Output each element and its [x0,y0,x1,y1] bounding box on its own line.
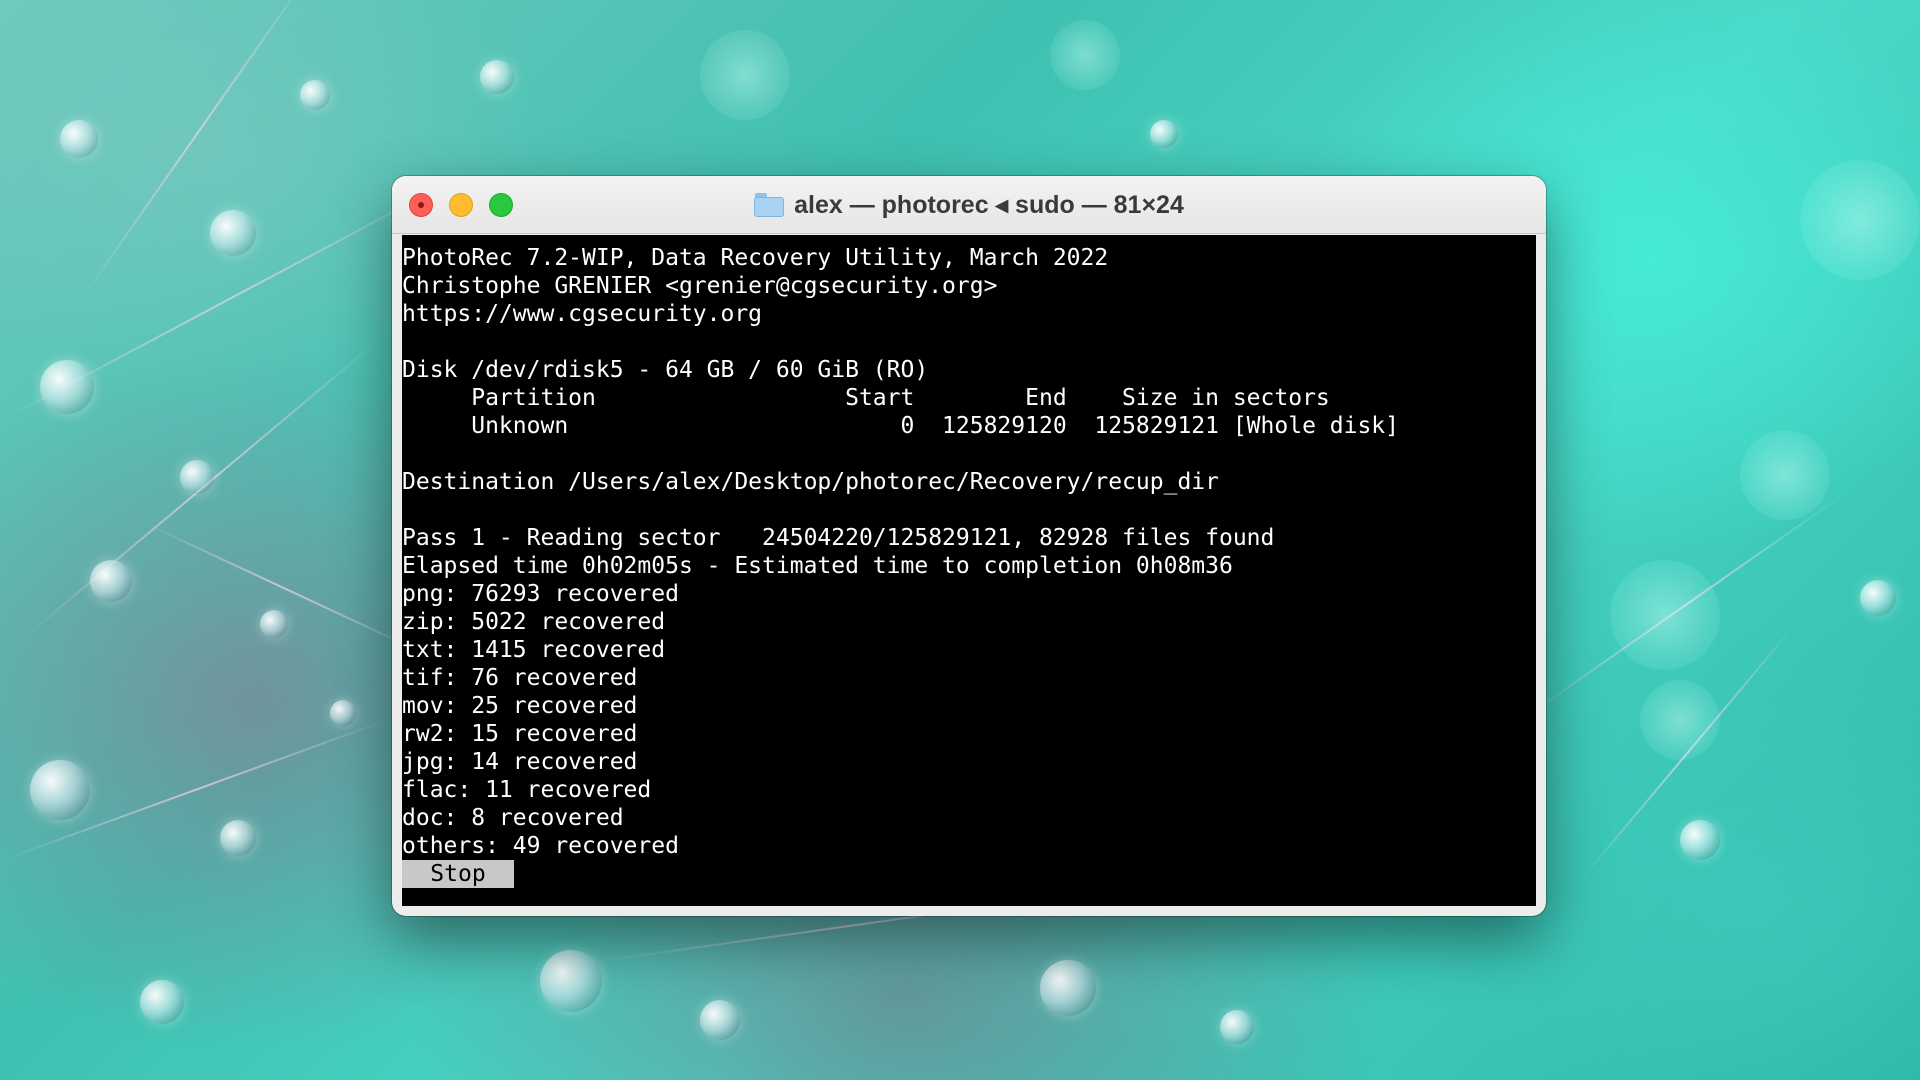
author-line: Christophe GRENIER <grenier@cgsecurity.o… [402,273,998,299]
terminal-window: alex — photorec ◂ sudo — 81×24 PhotoRec … [392,176,1546,916]
elapsed-time-line: Elapsed time 0h02m05s - Estimated time t… [402,553,1233,579]
window-title-group: alex — photorec ◂ sudo — 81×24 [392,176,1546,233]
recovered-line-tif: tif: 76 recovered [402,665,638,691]
destination-line: Destination /Users/alex/Desktop/photorec… [402,469,1219,495]
recovered-line-zip: zip: 5022 recovered [402,609,666,635]
stop-button[interactable]: Stop [402,860,514,888]
recovered-line-jpg: jpg: 14 recovered [402,749,638,775]
blank-line [402,496,1536,524]
terminal-output[interactable]: PhotoRec 7.2-WIP, Data Recovery Utility,… [402,235,1536,906]
partition-table-row: Unknown 0 125829120 125829121 [Whole dis… [402,413,1399,439]
blank-line [402,440,1536,468]
recovered-line-mov: mov: 25 recovered [402,693,638,719]
recovered-line-rw2: rw2: 15 recovered [402,721,638,747]
app-name-line: PhotoRec 7.2-WIP, Data Recovery Utility,… [402,245,1109,271]
recovered-line-others: others: 49 recovered [402,833,679,859]
blank-line [402,328,1536,356]
disk-line: Disk /dev/rdisk5 - 64 GB / 60 GiB (RO) [402,357,929,383]
recovered-line-png: png: 76293 recovered [402,581,679,607]
recovered-line-txt: txt: 1415 recovered [402,637,666,663]
recovered-line-flac: flac: 11 recovered [402,777,652,803]
title-bar[interactable]: alex — photorec ◂ sudo — 81×24 [392,176,1546,234]
stop-row: Stop [402,860,1536,888]
website-line: https://www.cgsecurity.org [402,301,763,327]
recovered-line-doc: doc: 8 recovered [402,805,624,831]
partition-table-header: Partition Start End Size in sectors [402,385,1330,411]
window-title: alex — photorec ◂ sudo — 81×24 [794,190,1184,219]
folder-icon [754,192,785,217]
pass-progress-line: Pass 1 - Reading sector 24504220/1258291… [402,525,1275,551]
